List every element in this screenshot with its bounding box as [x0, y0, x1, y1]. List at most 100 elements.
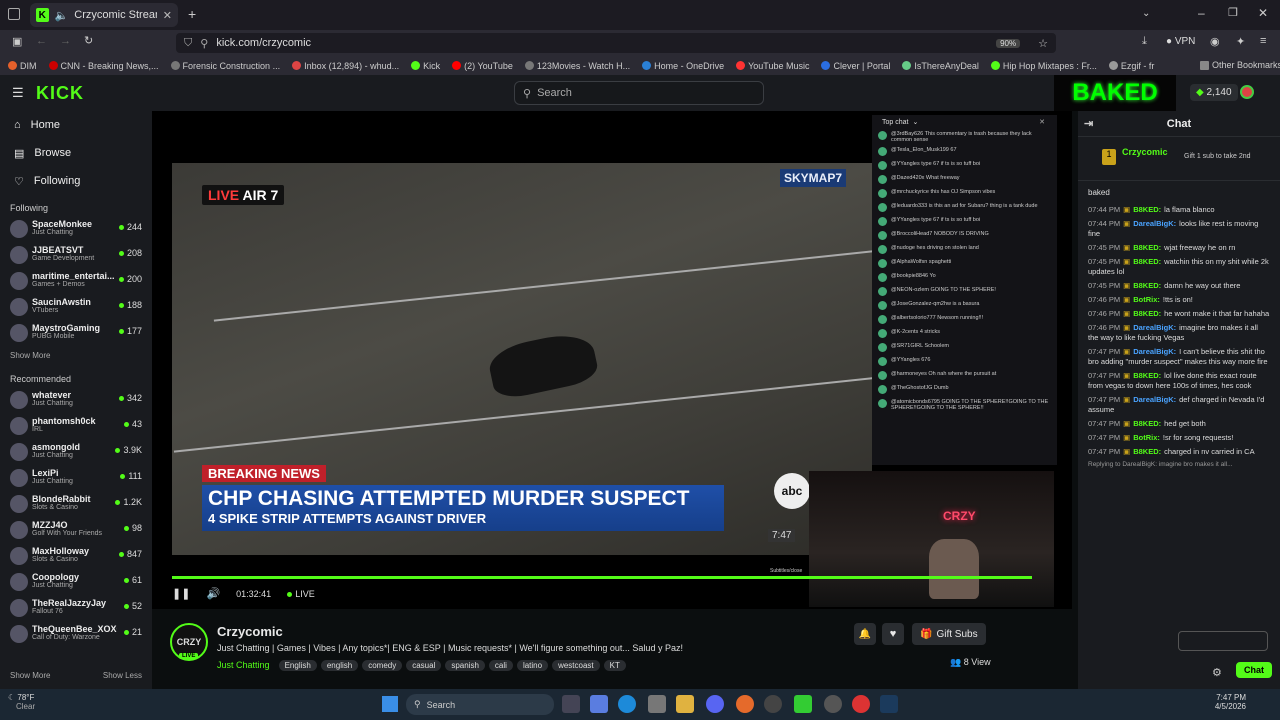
file-explorer-icon[interactable] — [676, 695, 694, 713]
chat-input[interactable] — [1178, 631, 1268, 651]
sidebar-channel[interactable]: maritime_entertai... Games + Demos 200 — [0, 269, 152, 295]
close-tab-icon[interactable]: ✕ — [163, 9, 172, 22]
new-tab-icon[interactable]: + — [188, 6, 196, 22]
sidebar-channel[interactable]: SaucinAwstin VTubers 188 — [0, 295, 152, 321]
downloads-icon[interactable]: ⤓ — [1142, 35, 1147, 48]
bookmark-item[interactable]: YouTube Music — [736, 61, 809, 71]
bookmark-item[interactable]: Ezgif - fr — [1108, 61, 1154, 71]
edge-icon[interactable] — [618, 695, 636, 713]
sidebar-channel[interactable]: JJBEATSVT Game Development 208 — [0, 243, 152, 269]
taskbar-search[interactable]: ⚲ Search — [406, 694, 554, 715]
hamburger-menu-icon[interactable]: ☰ — [12, 85, 24, 101]
sidebar-channel[interactable]: TheQueenBee_XOXO Call of Duty: Warzone 21 — [0, 622, 152, 648]
permissions-icon[interactable]: ⚲ — [200, 37, 208, 50]
bookmark-item[interactable]: (2) YouTube — [452, 61, 513, 71]
stream-tag[interactable]: comedy — [362, 660, 403, 671]
profile-icon[interactable]: ◉ — [1210, 35, 1220, 48]
sidebar-channel[interactable]: phantomsh0ck IRL 43 — [0, 414, 152, 440]
pause-icon[interactable]: ❚❚ — [172, 587, 190, 600]
list-tabs-icon[interactable]: ⌄ — [1142, 8, 1150, 19]
copilot-icon[interactable] — [590, 695, 608, 713]
discord-icon[interactable] — [706, 695, 724, 713]
collapse-chat-icon[interactable]: ⇥ — [1084, 117, 1093, 130]
sidebar-channel[interactable]: TheRealJazzyJay Fallout 76 52 — [0, 596, 152, 622]
bookmark-item[interactable]: Inbox (12,894) - whud... — [292, 61, 399, 71]
show-more-button[interactable]: Show More — [0, 347, 152, 364]
chat-input-area[interactable] — [1078, 627, 1280, 655]
kick-logo[interactable]: KICK — [36, 83, 84, 104]
bookmark-item[interactable]: 123Movies - Watch H... — [524, 61, 630, 71]
stream-tag[interactable]: KT — [603, 660, 626, 671]
stream-tag[interactable]: casual — [406, 660, 442, 671]
vpn-button[interactable]: ● VPN — [1166, 36, 1195, 47]
steam-icon[interactable] — [880, 695, 898, 713]
menu-icon[interactable]: ≡ — [1260, 35, 1266, 47]
windows-start-icon[interactable] — [382, 696, 398, 712]
media-app-icon[interactable] — [852, 695, 870, 713]
bookmark-item[interactable]: Forensic Construction ... — [170, 61, 280, 71]
search-input[interactable]: ⚲ Search — [514, 81, 764, 105]
message-username[interactable]: DarealBigK: — [1133, 219, 1176, 228]
stream-tag[interactable]: spanish — [445, 660, 485, 671]
back-icon[interactable]: ← — [36, 35, 47, 47]
message-username[interactable]: B8KED: — [1133, 205, 1161, 214]
close-window-icon[interactable]: ✕ — [1258, 6, 1268, 20]
gift-subs-button[interactable]: 🎁 Gift Subs — [912, 623, 986, 645]
minimize-icon[interactable]: – — [1198, 6, 1205, 20]
nav-home[interactable]: ⌂ Home — [0, 111, 152, 139]
clock[interactable]: 7:47 PM 4/5/2026 — [1206, 693, 1246, 711]
bookmark-item[interactable]: Hip Hop Mixtapes : Fr... — [990, 61, 1097, 71]
nav-following[interactable]: ♡ Following — [0, 167, 152, 195]
app-icon[interactable] — [764, 695, 782, 713]
settings-app-icon[interactable] — [824, 695, 842, 713]
stream-tag[interactable]: latino — [516, 660, 549, 671]
message-username[interactable]: B8KED: — [1133, 243, 1161, 252]
url-bar[interactable]: ⛉ ⚲ kick.com/crzycomic 90% ☆ — [176, 33, 1056, 53]
bookmark-item[interactable]: Home - OneDrive — [642, 61, 724, 71]
send-chat-button[interactable]: Chat — [1236, 662, 1272, 678]
stream-tag[interactable]: westcoast — [552, 660, 600, 671]
channel-name[interactable]: Crzycomic — [217, 624, 283, 639]
sidebar-channel[interactable]: whatever Just Chatting 342 — [0, 388, 152, 414]
message-username[interactable]: BotRix: — [1133, 433, 1160, 442]
weather-widget[interactable]: ☾ 78°F Clear — [8, 693, 35, 711]
message-username[interactable]: BotRix: — [1133, 295, 1160, 304]
message-username[interactable]: DarealBigK: — [1133, 323, 1176, 332]
volume-icon[interactable]: 🔊 — [206, 587, 220, 600]
progress-bar[interactable] — [172, 576, 1032, 579]
zoom-level[interactable]: 90% — [996, 38, 1021, 48]
kicks-balance[interactable]: ◆ 2,140 — [1190, 84, 1238, 101]
sidebar-channel[interactable]: Coopology Just Chatting 61 — [0, 570, 152, 596]
store-icon[interactable] — [648, 695, 666, 713]
message-username[interactable]: DarealBigK: — [1133, 347, 1176, 356]
sidebar-channel[interactable]: LexiPi Just Chatting 111 — [0, 466, 152, 492]
bookmark-item[interactable]: Kick — [411, 61, 440, 71]
message-username[interactable]: B8KED: — [1133, 419, 1161, 428]
video-player[interactable]: LIVE AIR 7 SKYMAP7 BREAKING NEWS CHP CHA… — [152, 111, 1072, 609]
forward-icon[interactable]: → — [60, 35, 71, 47]
sidebar-channel[interactable]: asmongold Just Chatting 3.9K — [0, 440, 152, 466]
stream-tag[interactable]: cali — [488, 660, 513, 671]
mute-tab-icon[interactable]: 🔈 — [55, 9, 69, 22]
tab-manager-icon[interactable] — [8, 8, 20, 20]
message-username[interactable]: DarealBigK: — [1133, 395, 1176, 404]
message-username[interactable]: B8KED: — [1133, 447, 1161, 456]
user-avatar[interactable] — [1240, 85, 1254, 99]
nav-browse[interactable]: ▤ Browse — [0, 139, 152, 167]
settings-gear-icon[interactable]: ⚙ — [1212, 666, 1222, 679]
task-view-icon[interactable] — [562, 695, 580, 713]
maximize-icon[interactable]: ❐ — [1228, 6, 1238, 19]
follow-heart-icon[interactable]: ♥ — [882, 623, 904, 645]
stream-tag[interactable]: english — [320, 660, 359, 671]
bookmark-item[interactable]: Clever | Portal — [821, 61, 890, 71]
category-link[interactable]: Just Chatting — [217, 660, 270, 670]
bookmark-item[interactable]: CNN - Breaking News,... — [48, 61, 159, 71]
sidebar-channel[interactable]: SpaceMonkee Just Chatting 244 — [0, 217, 152, 243]
video-frame[interactable]: LIVE AIR 7 SKYMAP7 BREAKING NEWS CHP CHA… — [172, 163, 872, 555]
stream-tag[interactable]: English — [278, 660, 317, 671]
notification-bell-icon[interactable]: 🔔 — [854, 623, 876, 645]
tab-kick-stream[interactable]: K 🔈 Crzycomic Stream - Watch ✕ — [30, 3, 178, 27]
firefox-icon[interactable] — [736, 695, 754, 713]
reload-icon[interactable]: ↻ — [84, 34, 93, 47]
show-more-recommended-button[interactable]: Show More — [10, 671, 50, 680]
